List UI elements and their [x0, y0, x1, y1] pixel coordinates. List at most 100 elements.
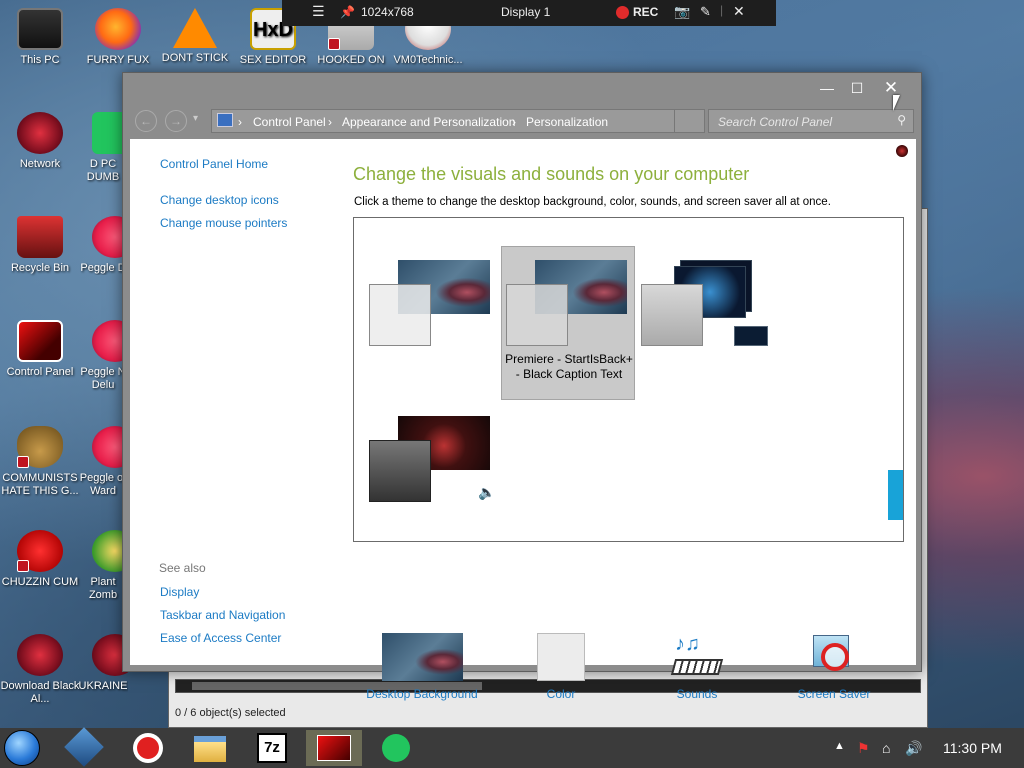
network-tray-icon[interactable]: ⌂ — [882, 740, 890, 756]
recent-pages-chevron-icon[interactable]: ▾ — [193, 113, 198, 124]
recycle-bin-icon — [17, 216, 63, 258]
desktop-icon-control-panel[interactable]: Control Panel — [0, 320, 80, 379]
theme-color-swatch — [641, 284, 703, 346]
firefox-icon — [95, 8, 141, 50]
breadcrumb-personalization[interactable]: Personalization — [526, 115, 608, 129]
app-icon — [382, 734, 410, 762]
see-also-link-taskbar[interactable]: Taskbar and Navigation — [160, 608, 285, 622]
themes-list[interactable]: Premiere - StartIsBack+ - Black Caption … — [353, 217, 904, 542]
taskbar: 7z ▲ ⚑ ⌂ 🔊 11:30 PM — [0, 727, 1024, 768]
desktop-icon-network[interactable]: Network — [0, 112, 80, 171]
desktop-icon-label: Peggle N Delu — [80, 366, 126, 391]
back-button[interactable]: ← — [135, 110, 157, 132]
taskbar-file-explorer[interactable] — [188, 730, 232, 766]
menu-icon[interactable]: ☰ — [312, 3, 325, 20]
pin-icon[interactable]: 📌 — [340, 5, 355, 19]
control-panel-icon — [317, 735, 351, 761]
control-panel-icon — [17, 320, 63, 362]
control-panel-icon — [217, 113, 233, 127]
desktop-icon-ukraine[interactable]: UKRAINE — [78, 634, 128, 693]
search-input[interactable]: Search Control Panel ⚲ — [708, 109, 914, 133]
start-button[interactable] — [4, 730, 48, 766]
toolbar-divider: | — [720, 3, 724, 17]
see-also-link-display[interactable]: Display — [160, 585, 199, 599]
pencil-icon[interactable]: ✎ — [700, 4, 711, 20]
breadcrumb-appearance[interactable]: Appearance and Personalization — [342, 115, 515, 129]
breadcrumb-separator-icon: › — [328, 115, 332, 129]
desktop-icon-label: Network — [19, 158, 61, 170]
desktop-icon-label: Recycle Bin — [10, 262, 70, 274]
desktop-icon-label: D PC DUMB — [86, 158, 120, 183]
color-button[interactable]: Color — [526, 633, 596, 701]
theme-tile[interactable]: 🔈 — [368, 414, 498, 506]
theme-tile[interactable] — [640, 256, 770, 348]
desktop-icon-furry-fux[interactable]: FURRY FUX — [78, 8, 158, 67]
clock[interactable]: 11:30 PM — [943, 740, 1002, 756]
screen-saver-icon — [809, 633, 859, 681]
desktop-icon-label: CHUZZIN CUM — [1, 576, 79, 588]
7zip-icon: 7z — [257, 733, 287, 763]
theme-list-scrollbar[interactable] — [888, 470, 903, 520]
sidebar-link-change-mouse-pointers[interactable]: Change mouse pointers — [160, 216, 287, 230]
desktop-icon-communists[interactable]: COMMUNISTS HATE THIS G... — [0, 426, 80, 498]
help-icon[interactable] — [896, 145, 908, 157]
theme-tile-selected[interactable]: Premiere - StartIsBack+ - Black Caption … — [501, 246, 635, 400]
desktop-icon-label: FURRY FUX — [86, 54, 150, 66]
folder-icon — [194, 736, 226, 762]
desktop-icon-d-pc-dumb[interactable]: D PC DUMB — [78, 112, 128, 184]
desktop-icon-peggle-d[interactable]: Peggle D — [78, 216, 128, 275]
sidebar-link-change-desktop-icons[interactable]: Change desktop icons — [160, 193, 279, 207]
camera-icon[interactable]: 📷 — [674, 4, 690, 20]
see-also-link-ease-of-access[interactable]: Ease of Access Center — [160, 631, 281, 645]
rec-label[interactable]: REC — [633, 5, 658, 19]
start-orb-icon — [4, 730, 40, 766]
flag-icon[interactable]: ⚑ — [857, 740, 870, 757]
desktop-icon-label: Peggle D — [80, 262, 126, 274]
money-bag-icon — [17, 426, 63, 468]
desktop-icon-label: VM0Technic... — [393, 54, 463, 66]
network-icon — [17, 634, 63, 676]
theme-label: Premiere - StartIsBack+ - Black Caption … — [505, 352, 633, 381]
taskbar-7zip[interactable]: 7z — [250, 730, 294, 766]
bottom-item-label: Color — [546, 687, 576, 701]
close-icon[interactable]: ✕ — [733, 3, 745, 20]
see-also-label: See also — [159, 561, 206, 575]
desktop-icon-download[interactable]: Download Black Al... — [0, 634, 80, 706]
taskbar-green-app[interactable] — [374, 730, 418, 766]
desktop-icon-peggle-nights[interactable]: Peggle N Delu — [78, 320, 128, 392]
desktop-icon-label: Peggle of Ward — [79, 472, 127, 497]
minimize-button[interactable]: — — [813, 77, 841, 99]
taskbar-control-panel-active[interactable] — [306, 730, 362, 766]
desktop-icon-peggle-ward[interactable]: Peggle of Ward — [78, 426, 128, 498]
desktop-background-button[interactable]: Desktop Background — [366, 633, 478, 701]
mouse-cursor-icon — [893, 95, 900, 111]
sounds-button[interactable]: ♪♫ Sounds — [662, 633, 732, 701]
taskbar-virtualbox[interactable] — [62, 727, 106, 767]
maximize-button[interactable]: ☐ — [843, 77, 871, 99]
close-button[interactable]: ✕ — [877, 77, 905, 99]
desktop-icon-label: COMMUNISTS HATE THIS G... — [1, 472, 79, 497]
volume-icon[interactable]: 🔊 — [905, 740, 922, 757]
desktop-icon-dont-stick[interactable]: DONT STICK — [155, 8, 235, 65]
record-icon — [133, 733, 163, 763]
address-bar[interactable]: › Control Panel › Appearance and Persona… — [211, 109, 705, 133]
show-hidden-icons-chevron-icon[interactable]: ▲ — [834, 740, 845, 752]
forward-button[interactable]: → — [165, 110, 187, 132]
search-icon[interactable]: ⚲ — [897, 113, 906, 127]
theme-screensaver-thumbnail — [734, 326, 768, 346]
desktop-icon-label: This PC — [20, 54, 60, 66]
theme-tile[interactable] — [368, 258, 492, 348]
screen-saver-button[interactable]: Screen Saver — [794, 633, 874, 701]
taskbar-recorder[interactable] — [126, 730, 170, 766]
theme-color-swatch — [506, 284, 568, 346]
desktop-icon-chuzzin[interactable]: CHUZZIN CUM — [0, 530, 80, 589]
desktop-icon-this-pc[interactable]: This PC — [0, 8, 80, 67]
desktop-icon-recycle-bin[interactable]: Recycle Bin — [0, 216, 80, 275]
display-label[interactable]: Display 1 — [501, 5, 550, 19]
desktop-icon-plants-zombies[interactable]: Plant Zomb — [78, 530, 128, 602]
speaker-icon: 🔈 — [478, 484, 496, 500]
desktop-icon-label: HOOKED ON — [317, 54, 385, 66]
sidebar-link-control-panel-home[interactable]: Control Panel Home — [160, 157, 268, 171]
theme-color-swatch — [369, 284, 431, 346]
breadcrumb-control-panel[interactable]: Control Panel — [253, 115, 326, 129]
